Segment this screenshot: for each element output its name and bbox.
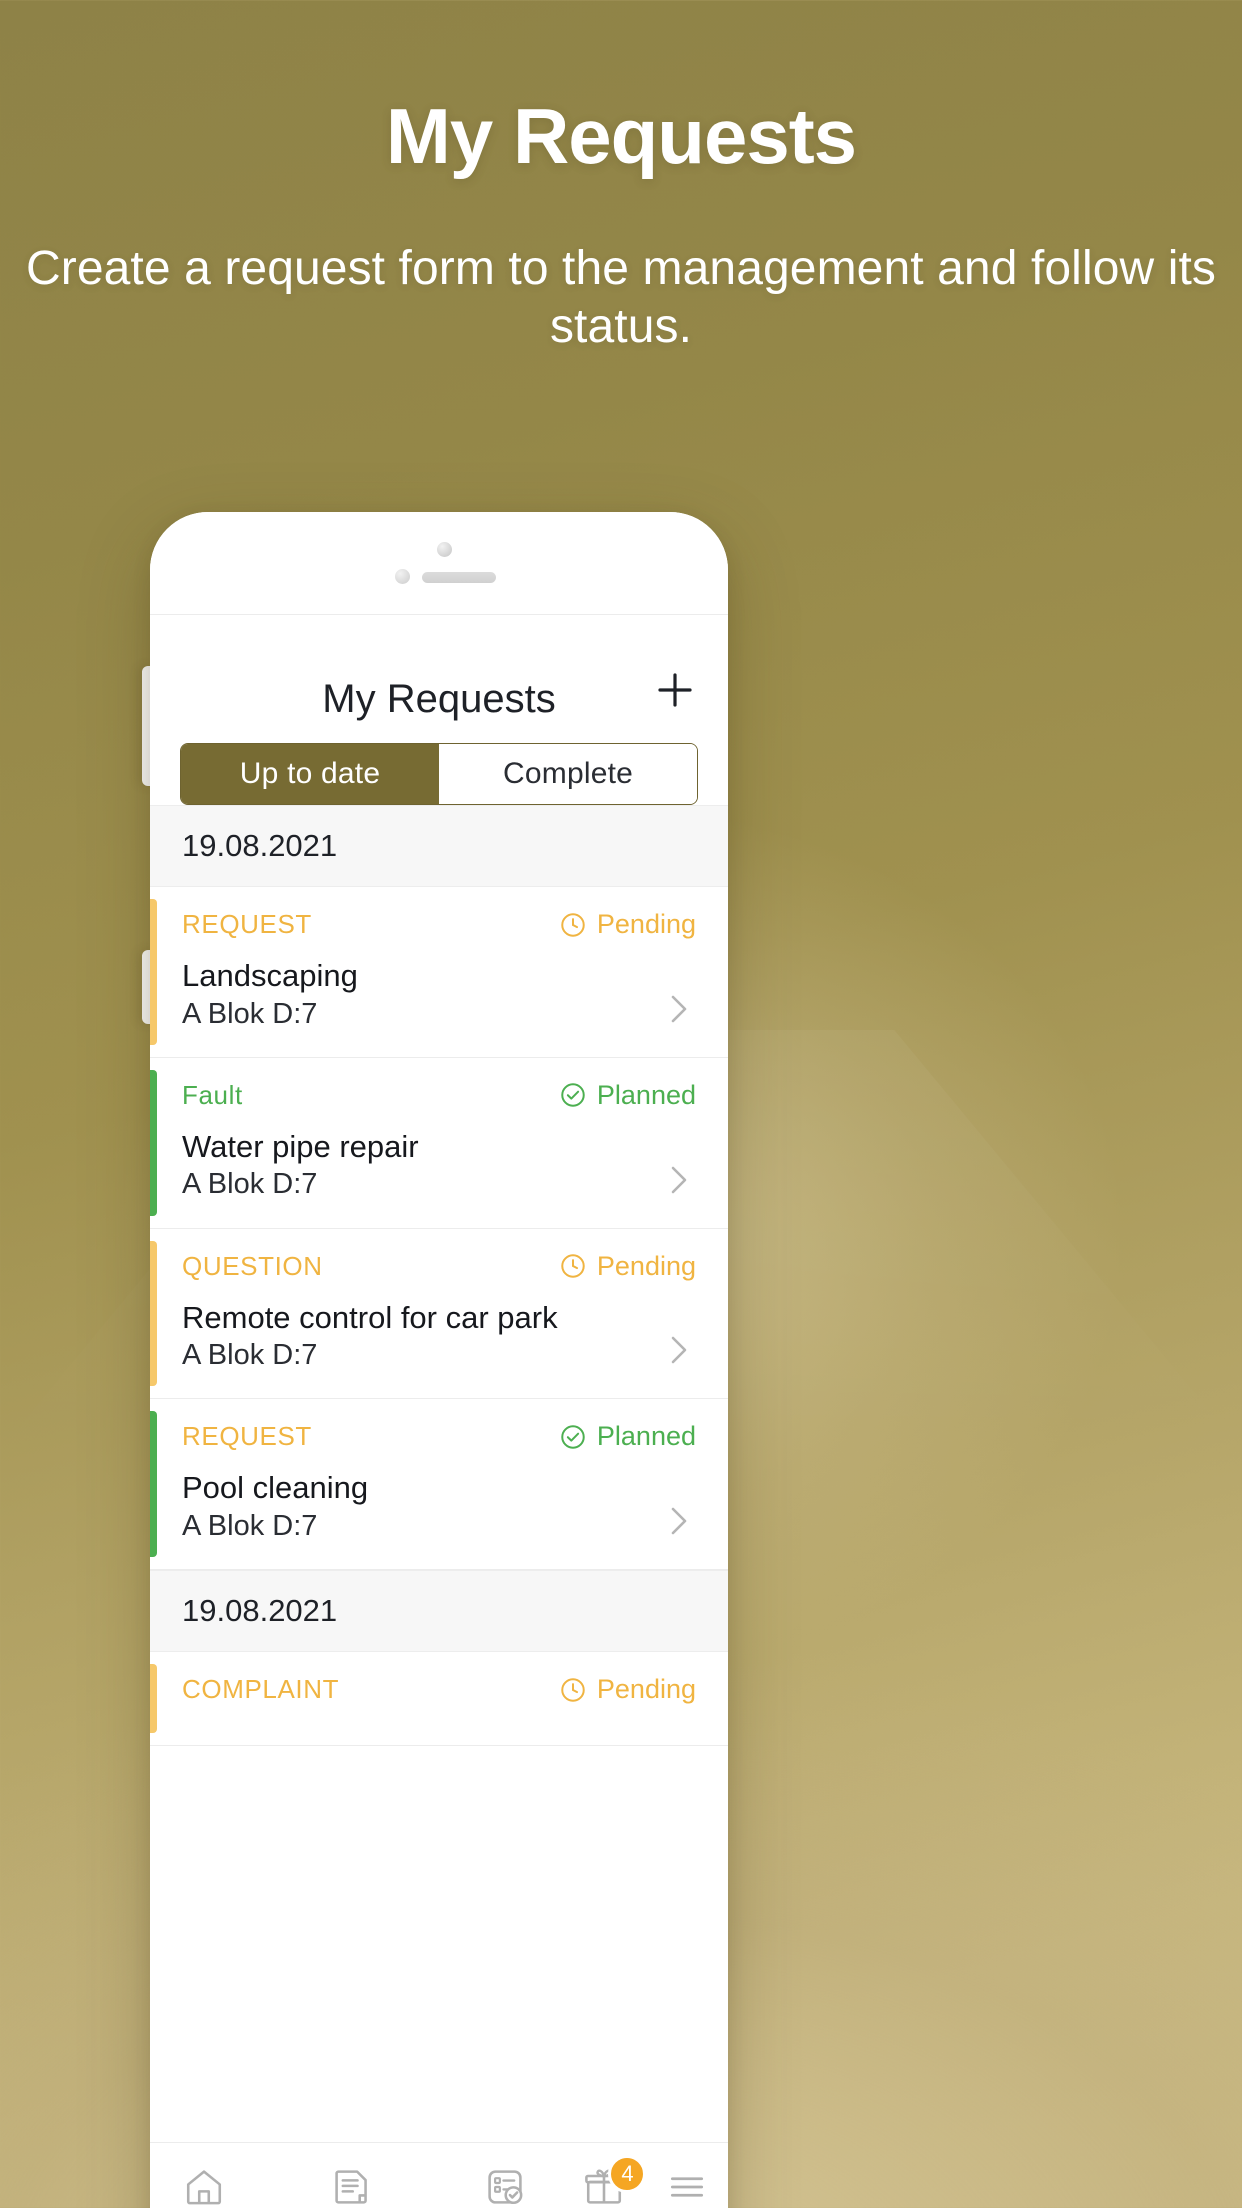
request-title: Remote control for car park xyxy=(182,1299,558,1335)
home-icon xyxy=(178,2161,230,2208)
request-title: Landscaping xyxy=(182,958,358,993)
date-group-header: 19.08.2021 xyxy=(150,805,728,887)
add-request-button[interactable] xyxy=(652,667,698,713)
row-accent-bar xyxy=(150,899,157,1045)
status-label: Pending xyxy=(596,909,696,939)
chevron-right-icon[interactable] xyxy=(666,1501,696,1545)
status-badge: Planned xyxy=(559,1080,696,1111)
bottom-navigation: Homepage Financial Summary xyxy=(150,2142,728,2208)
status-label: Planned xyxy=(596,1421,696,1452)
status-badge: Planned xyxy=(559,1421,696,1452)
request-type: REQUEST xyxy=(182,909,312,939)
menu-icon xyxy=(661,2161,713,2208)
plus-icon xyxy=(658,673,692,707)
request-type: QUESTION xyxy=(182,1250,323,1281)
hero-subtitle: Create a request form to the management … xyxy=(25,241,1217,354)
table-row[interactable]: Fault Planned Water pipe repair A Blok D… xyxy=(150,1057,728,1229)
check-circle-icon xyxy=(561,1425,585,1449)
request-location: A Blok D:7 xyxy=(182,1510,318,1543)
hero-title: My Requests xyxy=(385,92,857,180)
check-circle-icon xyxy=(561,1083,585,1108)
row-accent-bar xyxy=(150,1240,157,1387)
status-badge: Pending xyxy=(559,1251,696,1282)
phone-top-bezel xyxy=(150,512,728,614)
table-row[interactable]: REQUEST Pending Landscaping A Blok D:7 xyxy=(150,887,728,1058)
request-type: Fault xyxy=(182,1079,243,1110)
request-location: A Blok D:7 xyxy=(182,1339,318,1372)
clock-icon xyxy=(561,912,585,937)
hero-section: My Requests Create a request form to the… xyxy=(0,92,1242,357)
table-row[interactable]: QUESTION Pending Remote control for car … xyxy=(150,1228,728,1400)
chevron-right-icon[interactable] xyxy=(666,1160,696,1204)
nav-item-for-you[interactable]: 4 For You xyxy=(563,2155,647,2208)
nav-item-my-request[interactable]: My Request xyxy=(446,2161,563,2208)
chevron-right-icon[interactable] xyxy=(666,1330,696,1374)
date-group-header: 19.08.2021 xyxy=(150,1570,728,1653)
page-title: My Requests xyxy=(322,676,556,721)
tab-up-to-date[interactable]: Up to date xyxy=(181,744,439,804)
sensor-icon xyxy=(395,569,410,584)
request-location: A Blok D:7 xyxy=(182,997,318,1030)
nav-item-other[interactable]: Other xyxy=(646,2161,728,2208)
checklist-icon xyxy=(479,2161,531,2208)
request-type: COMPLAINT xyxy=(182,1674,340,1705)
status-label: Pending xyxy=(596,1250,696,1281)
status-filter-tabs[interactable]: Up to date Complete xyxy=(180,743,698,805)
table-row[interactable]: COMPLAINT Pending xyxy=(150,1652,728,1747)
request-title: Water pipe repair xyxy=(182,1128,419,1164)
nav-item-financial-summary[interactable]: Financial Summary xyxy=(258,2161,446,2208)
requests-list: 19.08.2021 REQUEST Pending Landscaping A… xyxy=(150,805,728,2208)
table-row[interactable]: REQUEST Planned Pool cleaning A Blok D:7 xyxy=(150,1399,728,1571)
request-type: REQUEST xyxy=(182,1421,312,1452)
status-label: Pending xyxy=(596,1674,696,1705)
phone-mockup: My Requests Up to date Complete 19.08.20… xyxy=(150,512,728,2208)
document-icon xyxy=(326,2161,378,2208)
request-title: Pool cleaning xyxy=(182,1470,369,1506)
status-badge: Pending xyxy=(559,1674,696,1705)
row-accent-bar xyxy=(150,1411,157,1558)
clock-icon xyxy=(561,1677,585,1702)
notification-badge: 4 xyxy=(608,2155,647,2193)
nav-item-homepage[interactable]: Homepage xyxy=(150,2161,258,2208)
tab-complete[interactable]: Complete xyxy=(439,744,697,804)
speaker-grille xyxy=(422,572,496,583)
camera-icon xyxy=(437,542,452,557)
status-badge: Pending xyxy=(559,909,696,940)
chevron-right-icon[interactable] xyxy=(666,989,696,1033)
app-header: My Requests xyxy=(150,615,728,731)
status-label: Planned xyxy=(596,1079,696,1110)
app-screen: My Requests Up to date Complete 19.08.20… xyxy=(150,615,728,2208)
clock-icon xyxy=(561,1254,585,1278)
request-location: A Blok D:7 xyxy=(182,1168,318,1201)
row-accent-bar xyxy=(150,1069,157,1216)
row-accent-bar xyxy=(150,1664,157,1734)
